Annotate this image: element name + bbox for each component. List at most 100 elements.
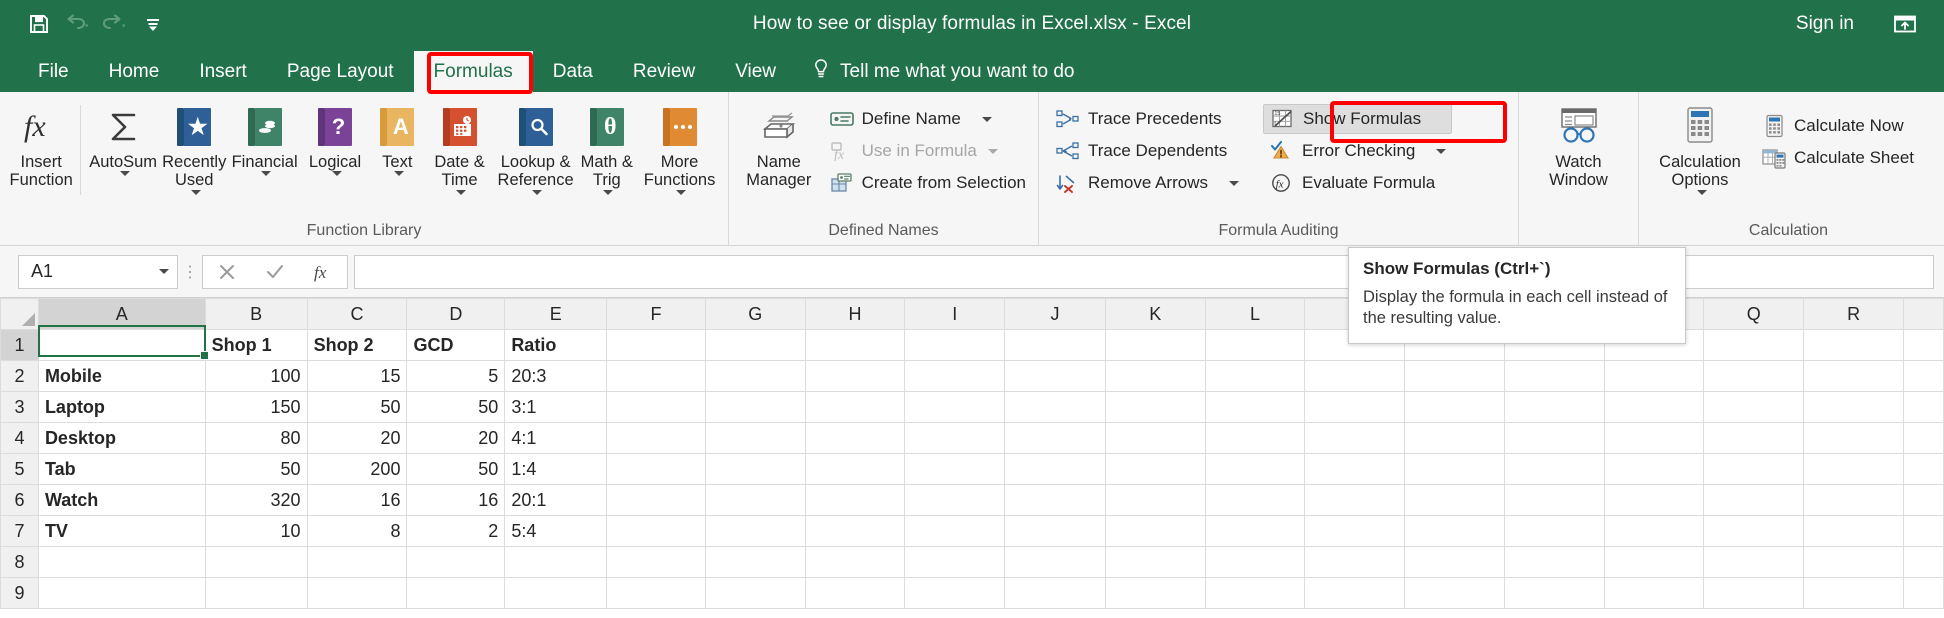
cell-Q8[interactable] bbox=[1703, 546, 1805, 578]
logical-button[interactable]: ? Logical bbox=[300, 101, 370, 177]
column-header-R[interactable]: R bbox=[1803, 298, 1904, 330]
column-header-B[interactable]: B bbox=[204, 298, 308, 330]
cell-B3[interactable]: 150 bbox=[204, 391, 308, 423]
cell-L5[interactable] bbox=[1204, 453, 1306, 485]
tell-me-search[interactable]: Tell me what you want to do bbox=[796, 51, 1090, 92]
cell-K8[interactable] bbox=[1104, 546, 1206, 578]
cell-N5[interactable] bbox=[1404, 453, 1505, 485]
cell-I4[interactable] bbox=[904, 422, 1006, 454]
cell-B2[interactable]: 100 bbox=[204, 360, 308, 392]
cell-M2[interactable] bbox=[1304, 360, 1406, 392]
cell-E1[interactable]: Ratio bbox=[504, 329, 608, 361]
cell-A2[interactable]: Mobile bbox=[37, 360, 206, 392]
cell-I6[interactable] bbox=[904, 484, 1006, 516]
cell-A1[interactable] bbox=[37, 329, 206, 361]
cell-E3[interactable]: 3:1 bbox=[504, 391, 608, 423]
cell-B8[interactable] bbox=[204, 546, 308, 578]
cell-E7[interactable]: 5:4 bbox=[504, 515, 608, 547]
cell-S6[interactable] bbox=[1902, 484, 1944, 516]
cell-I8[interactable] bbox=[904, 546, 1006, 578]
column-header-C[interactable]: C bbox=[306, 298, 408, 330]
cell-E8[interactable] bbox=[504, 546, 608, 578]
cell-I2[interactable] bbox=[904, 360, 1006, 392]
cell-K4[interactable] bbox=[1104, 422, 1206, 454]
cell-S9[interactable] bbox=[1902, 577, 1944, 609]
cell-P5[interactable] bbox=[1603, 453, 1705, 485]
create-from-selection-button[interactable]: Create from Selection bbox=[823, 168, 1032, 198]
name-box[interactable]: A1 bbox=[18, 254, 178, 289]
cell-K6[interactable] bbox=[1104, 484, 1206, 516]
cell-G3[interactable] bbox=[704, 391, 806, 423]
cancel-icon[interactable] bbox=[203, 256, 251, 288]
cell-B6[interactable]: 320 bbox=[204, 484, 308, 516]
calculate-sheet-button[interactable]: Calculate Sheet bbox=[1755, 143, 1920, 173]
cell-K7[interactable] bbox=[1104, 515, 1206, 547]
cell-C5[interactable]: 200 bbox=[306, 453, 408, 485]
cell-J6[interactable] bbox=[1004, 484, 1106, 516]
cell-A5[interactable]: Tab bbox=[37, 453, 206, 485]
row-header-8[interactable]: 8 bbox=[0, 546, 39, 578]
cell-S4[interactable] bbox=[1902, 422, 1944, 454]
cell-M4[interactable] bbox=[1304, 422, 1406, 454]
cell-C6[interactable]: 16 bbox=[306, 484, 408, 516]
sign-in-button[interactable]: Sign in bbox=[1796, 13, 1854, 35]
row-header-9[interactable]: 9 bbox=[0, 577, 39, 609]
cell-S8[interactable] bbox=[1902, 546, 1944, 578]
cell-N9[interactable] bbox=[1404, 577, 1505, 609]
cell-E5[interactable]: 1:4 bbox=[504, 453, 608, 485]
cell-O6[interactable] bbox=[1503, 484, 1605, 516]
chevron-down-icon[interactable] bbox=[1696, 189, 1707, 195]
cell-R3[interactable] bbox=[1803, 391, 1904, 423]
cell-G1[interactable] bbox=[704, 329, 806, 361]
row-header-1[interactable]: 1 bbox=[0, 329, 39, 361]
cell-I7[interactable] bbox=[904, 515, 1006, 547]
cell-R7[interactable] bbox=[1803, 515, 1904, 547]
cell-O7[interactable] bbox=[1503, 515, 1605, 547]
cell-H3[interactable] bbox=[804, 391, 906, 423]
row-header-4[interactable]: 4 bbox=[0, 422, 39, 454]
recently-used-button[interactable]: ★ Recently Used bbox=[159, 101, 229, 195]
tab-insert[interactable]: Insert bbox=[179, 51, 267, 92]
cell-F8[interactable] bbox=[606, 546, 706, 578]
cell-J1[interactable] bbox=[1004, 329, 1106, 361]
cell-D3[interactable]: 50 bbox=[406, 391, 506, 423]
cell-G2[interactable] bbox=[704, 360, 806, 392]
customize-qat-icon[interactable] bbox=[136, 8, 170, 40]
cell-C4[interactable]: 20 bbox=[306, 422, 408, 454]
watch-window-button[interactable]: Watch Window bbox=[1527, 101, 1631, 190]
cell-A8[interactable] bbox=[37, 546, 206, 578]
ribbon-display-options-icon[interactable] bbox=[1890, 9, 1920, 39]
column-header-Q[interactable]: Q bbox=[1703, 298, 1805, 330]
cell-D7[interactable]: 2 bbox=[406, 515, 506, 547]
cell-N6[interactable] bbox=[1404, 484, 1505, 516]
cell-N3[interactable] bbox=[1404, 391, 1505, 423]
cell-L7[interactable] bbox=[1204, 515, 1306, 547]
show-formulas-button[interactable]: 15 f Show Formulas bbox=[1262, 104, 1453, 134]
cell-F4[interactable] bbox=[606, 422, 706, 454]
chevron-down-icon[interactable] bbox=[676, 189, 687, 195]
cell-H7[interactable] bbox=[804, 515, 906, 547]
cell-R4[interactable] bbox=[1803, 422, 1904, 454]
cell-L6[interactable] bbox=[1204, 484, 1306, 516]
cell-J3[interactable] bbox=[1004, 391, 1106, 423]
cell-L9[interactable] bbox=[1204, 577, 1306, 609]
column-header-F[interactable]: F bbox=[606, 298, 706, 330]
cell-G5[interactable] bbox=[704, 453, 806, 485]
cell-F3[interactable] bbox=[606, 391, 706, 423]
column-header-A[interactable]: A bbox=[37, 298, 206, 330]
fill-handle[interactable] bbox=[200, 351, 209, 360]
tab-home[interactable]: Home bbox=[89, 51, 180, 92]
row-header-3[interactable]: 3 bbox=[0, 391, 39, 423]
cell-S1[interactable] bbox=[1902, 329, 1944, 361]
cell-O3[interactable] bbox=[1503, 391, 1605, 423]
cell-Q4[interactable] bbox=[1703, 422, 1805, 454]
column-header-J[interactable]: J bbox=[1004, 298, 1106, 330]
column-header-H[interactable]: H bbox=[804, 298, 906, 330]
cell-C1[interactable]: Shop 2 bbox=[306, 329, 408, 361]
undo-icon[interactable] bbox=[60, 8, 94, 40]
cell-L8[interactable] bbox=[1204, 546, 1306, 578]
cell-M3[interactable] bbox=[1304, 391, 1406, 423]
cell-L4[interactable] bbox=[1204, 422, 1306, 454]
chevron-down-icon[interactable] bbox=[981, 116, 992, 122]
cell-Q7[interactable] bbox=[1703, 515, 1805, 547]
